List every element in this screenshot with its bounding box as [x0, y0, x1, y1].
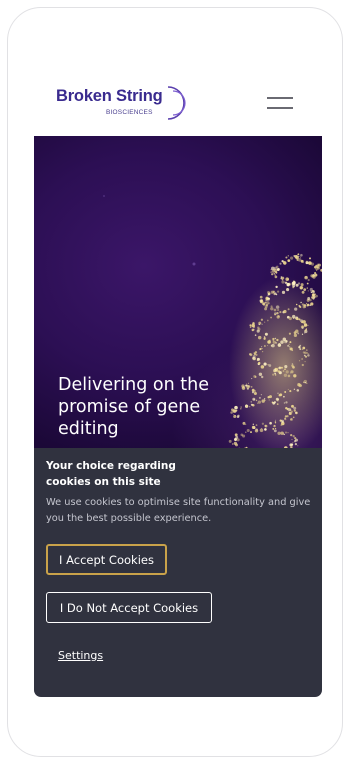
brand-logo[interactable]: Broken String BIOSCIENCES: [56, 82, 186, 122]
cookie-settings-link[interactable]: Settings: [58, 649, 103, 662]
hamburger-icon-bar-top: [267, 97, 293, 99]
hamburger-icon-bar-bottom: [267, 107, 293, 109]
logo-wordmark: Broken String: [56, 87, 163, 105]
cookie-consent-banner: Your choice regarding cookies on this si…: [34, 448, 322, 697]
cookie-heading: Your choice regarding cookies on this si…: [46, 460, 176, 488]
decline-cookies-button[interactable]: I Do Not Accept Cookies: [46, 592, 212, 623]
logo-arc-icon: [167, 86, 186, 120]
hero-title: Delivering on the promise of gene editin…: [58, 375, 209, 439]
cookie-description: We use cookies to optimise site function…: [46, 497, 311, 524]
accept-cookies-button[interactable]: I Accept Cookies: [46, 544, 167, 575]
hero-banner: Delivering on the promise of gene editin…: [34, 136, 322, 448]
site-header: Broken String BIOSCIENCES: [34, 70, 322, 136]
menu-button[interactable]: [267, 94, 293, 112]
logo-subtitle: BIOSCIENCES: [106, 109, 153, 116]
